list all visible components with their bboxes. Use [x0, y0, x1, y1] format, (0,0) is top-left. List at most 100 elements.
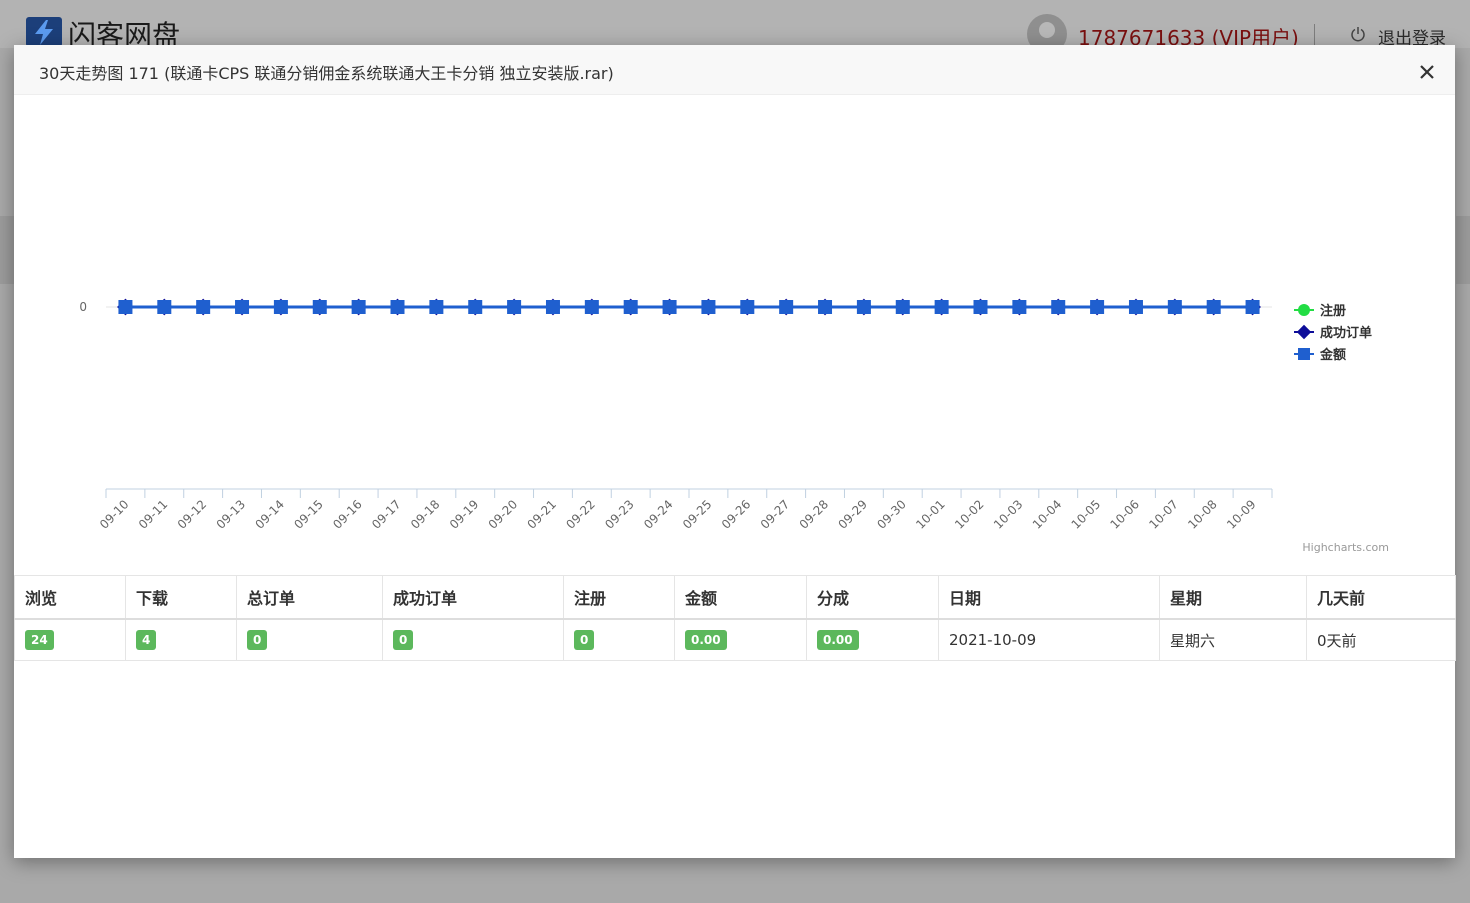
- x-tick-label: 09-20: [486, 497, 521, 532]
- legend-label: 成功订单: [1320, 325, 1372, 341]
- data-point[interactable]: [273, 300, 288, 314]
- header-divider: [1314, 24, 1315, 46]
- data-point[interactable]: [1206, 300, 1221, 314]
- chart-credits[interactable]: Highcharts.com: [1302, 541, 1389, 554]
- legend-marker: [1298, 304, 1310, 316]
- data-point[interactable]: [662, 300, 677, 314]
- col-header-total-orders: 总订单: [236, 575, 383, 620]
- x-tick-label: 09-23: [602, 497, 637, 532]
- lightning-logo-icon: [26, 17, 62, 47]
- legend-item[interactable]: 注册: [1294, 303, 1346, 319]
- data-point[interactable]: [895, 300, 910, 314]
- x-tick-label: 10-04: [1030, 497, 1065, 532]
- x-tick-label: 09-17: [369, 497, 404, 532]
- modal-header: 30天走势图 171 (联通卡CPS 联通分销佣金系统联通大王卡分销 独立安装版…: [14, 45, 1455, 95]
- cell-registrations: 0: [563, 618, 675, 661]
- cell-commission: 0.00: [806, 618, 939, 661]
- data-point[interactable]: [351, 300, 366, 314]
- data-point[interactable]: [934, 300, 949, 314]
- legend-marker: [1298, 348, 1310, 360]
- col-header-weekday: 星期: [1159, 575, 1307, 620]
- table-header-row: 浏览 下载 总订单 成功订单 注册 金额 分成 日期 星期 几天前: [14, 575, 1456, 620]
- data-point[interactable]: [1128, 300, 1143, 314]
- trend-chart-modal: 30天走势图 171 (联通卡CPS 联通分销佣金系统联通大王卡分销 独立安装版…: [14, 45, 1456, 858]
- data-point[interactable]: [1051, 300, 1066, 314]
- legend-item[interactable]: 成功订单: [1294, 324, 1372, 341]
- cell-days-ago: 0天前: [1306, 618, 1456, 661]
- data-point[interactable]: [1012, 300, 1027, 314]
- x-tick-label: 10-03: [991, 497, 1026, 532]
- col-header-registrations: 注册: [563, 575, 675, 620]
- legend-label: 金额: [1319, 347, 1346, 363]
- x-tick-label: 09-24: [641, 497, 676, 532]
- background-strip: [1456, 216, 1470, 284]
- cell-downloads: 4: [125, 618, 237, 661]
- legend-label: 注册: [1320, 303, 1346, 319]
- success-orders-badge: 0: [393, 630, 414, 650]
- data-point[interactable]: [1245, 300, 1260, 314]
- x-tick-label: 09-28: [797, 497, 832, 532]
- x-tick-label: 09-12: [175, 497, 210, 532]
- x-tick-label: 09-16: [330, 497, 365, 532]
- x-tick-label: 10-08: [1185, 497, 1220, 532]
- x-tick-label: 09-13: [214, 497, 249, 532]
- legend-marker: [1296, 324, 1312, 340]
- stats-table: 浏览 下载 总订单 成功订单 注册 金额 分成 日期 星期 几天前 24 4 0…: [14, 575, 1456, 661]
- legend-item[interactable]: 金额: [1294, 347, 1346, 363]
- data-point[interactable]: [118, 300, 133, 314]
- data-point[interactable]: [157, 300, 172, 314]
- registrations-badge: 0: [574, 630, 595, 650]
- data-point[interactable]: [818, 300, 833, 314]
- commission-badge: 0.00: [817, 630, 859, 650]
- data-point[interactable]: [235, 300, 250, 314]
- x-tick-label: 09-11: [136, 497, 171, 532]
- x-tick-label: 09-22: [563, 497, 598, 532]
- data-point[interactable]: [740, 300, 755, 314]
- data-point[interactable]: [390, 300, 405, 314]
- data-point[interactable]: [584, 300, 599, 314]
- cell-weekday: 星期六: [1159, 618, 1307, 661]
- data-point[interactable]: [429, 300, 444, 314]
- col-header-days-ago: 几天前: [1306, 575, 1456, 620]
- total-orders-badge: 0: [247, 630, 268, 650]
- table-row: 24 4 0 0 0 0.00 0.00 2021-10-09 星期六 0天前: [14, 618, 1456, 661]
- trend-chart: 0 09-10 09-11 09-12 09-13 09-14 09-15 09-16 09-1…: [14, 95, 1455, 575]
- close-icon[interactable]: [1416, 61, 1438, 83]
- x-tick-label: 10-02: [952, 497, 987, 532]
- x-tick-label: 09-29: [835, 497, 870, 532]
- x-tick-label: 09-25: [680, 497, 715, 532]
- x-tick-label: 09-26: [719, 497, 754, 532]
- x-tick-label: 10-06: [1108, 497, 1143, 532]
- data-point[interactable]: [545, 300, 560, 314]
- col-header-downloads: 下载: [125, 575, 237, 620]
- x-tick-label: 09-14: [252, 497, 287, 532]
- col-header-amount: 金额: [674, 575, 807, 620]
- x-tick-label: 10-07: [1146, 497, 1181, 532]
- data-point[interactable]: [623, 300, 638, 314]
- data-point[interactable]: [1167, 300, 1182, 314]
- data-point[interactable]: [856, 300, 871, 314]
- downloads-badge: 4: [136, 630, 157, 650]
- col-header-views: 浏览: [14, 575, 126, 620]
- data-point[interactable]: [468, 300, 483, 314]
- modal-title: 30天走势图 171 (联通卡CPS 联通分销佣金系统联通大王卡分销 独立安装版…: [39, 64, 614, 83]
- data-point[interactable]: [779, 300, 794, 314]
- data-point[interactable]: [312, 300, 327, 314]
- col-header-commission: 分成: [806, 575, 939, 620]
- x-tick-label: 09-21: [525, 497, 560, 532]
- data-point[interactable]: [973, 300, 988, 314]
- data-point[interactable]: [507, 300, 522, 314]
- x-tick-label: 10-01: [913, 497, 948, 532]
- background-strip: [0, 216, 14, 284]
- x-tick-label: 09-27: [758, 497, 793, 532]
- x-tick-label: 09-18: [408, 497, 443, 532]
- background-header: 闪客网盘 1787671633 (VIP用户) 退出登录: [0, 0, 1470, 54]
- cell-total-orders: 0: [236, 618, 383, 661]
- data-point[interactable]: [701, 300, 716, 314]
- x-tick-label: 09-30: [874, 497, 909, 532]
- col-header-date: 日期: [938, 575, 1160, 620]
- x-tick-label: 09-19: [447, 497, 482, 532]
- data-point[interactable]: [1090, 300, 1105, 314]
- x-tick-label: 09-15: [291, 497, 326, 532]
- data-point[interactable]: [196, 300, 211, 314]
